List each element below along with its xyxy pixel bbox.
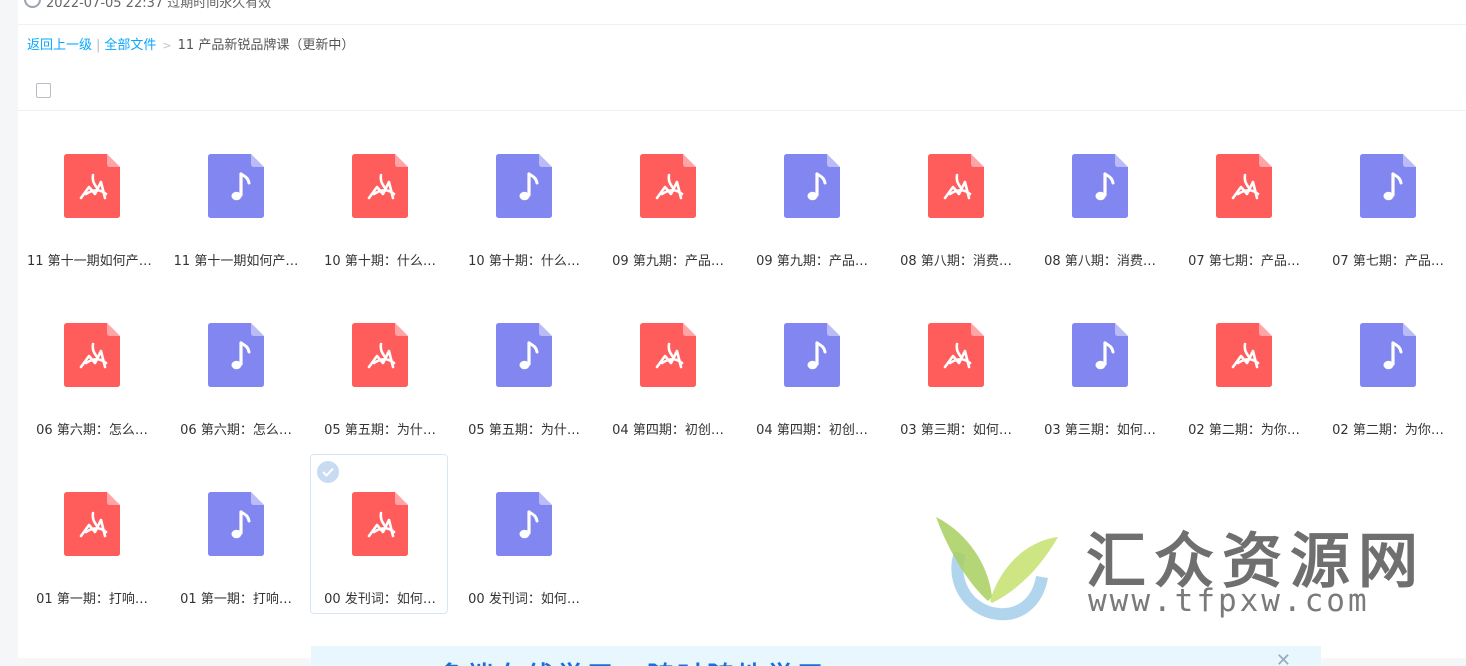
ad-banner[interactable]: 多端在线学习，随时随地学习 ✕ — [311, 646, 1321, 666]
file-item[interactable]: 04 第四期：初创… — [598, 285, 736, 445]
all-files-link[interactable]: 全部文件 — [104, 38, 156, 53]
file-name: 00 发刊词：如何… — [324, 592, 436, 607]
audio-file-icon — [1072, 154, 1128, 218]
file-item[interactable]: 06 第六期：怎么… — [22, 285, 160, 445]
file-name: 06 第六期：怎么… — [36, 423, 148, 438]
pdf-file-icon — [640, 323, 696, 387]
file-item[interactable]: 00 发刊词：如何… — [454, 454, 592, 614]
close-icon[interactable]: ✕ — [1276, 650, 1291, 666]
file-name: 10 第十期：什么… — [468, 254, 580, 269]
pdf-file-icon — [64, 323, 120, 387]
breadcrumb: 返回上一级 | 全部文件 >11 产品新锐品牌课（更新中） — [27, 37, 354, 55]
audio-file-icon — [1072, 323, 1128, 387]
file-item[interactable]: 11 第十一期如何产品… — [22, 116, 160, 276]
file-item[interactable]: 10 第十期：什么… — [454, 116, 592, 276]
file-name: 04 第四期：初创… — [756, 423, 868, 438]
file-name: 08 第八期：消费… — [1044, 254, 1156, 269]
watermark: 汇众资源网 www.tfpxw.com — [930, 505, 1430, 635]
file-name: 11 第十一期如何产… — [173, 254, 299, 269]
file-item[interactable]: 05 第五期：为什… — [310, 285, 448, 445]
file-name: 11 第十一期如何产品… — [27, 254, 157, 269]
pdf-file-icon — [64, 154, 120, 218]
file-item[interactable]: 09 第九期：产品… — [598, 116, 736, 276]
file-item[interactable]: 07 第七期：产品… — [1174, 116, 1312, 276]
audio-file-icon — [208, 154, 264, 218]
pdf-file-icon — [352, 323, 408, 387]
pdf-file-icon — [352, 492, 408, 556]
file-name: 07 第七期：产品… — [1332, 254, 1444, 269]
file-name: 03 第三期：如何… — [1044, 423, 1156, 438]
file-item[interactable]: 03 第三期：如何… — [1030, 285, 1168, 445]
file-name: 09 第九期：产品… — [756, 254, 868, 269]
file-name: 05 第五期：为什… — [468, 423, 580, 438]
file-item[interactable]: 02 第二期：为你… — [1174, 285, 1312, 445]
audio-file-icon — [784, 154, 840, 218]
audio-file-icon — [496, 154, 552, 218]
file-name: 00 发刊词：如何… — [468, 592, 580, 607]
check-circle-icon[interactable] — [317, 461, 339, 483]
file-item[interactable]: 00 发刊词：如何… — [310, 454, 448, 614]
audio-file-icon — [208, 323, 264, 387]
clock-icon — [24, 0, 41, 8]
select-bar — [18, 70, 1466, 111]
share-expiry-text: 2022-07-05 22:37 过期时间永久有效 — [46, 0, 272, 11]
pdf-file-icon — [1216, 154, 1272, 218]
audio-file-icon — [208, 492, 264, 556]
file-name: 06 第六期：怎么… — [180, 423, 292, 438]
leaf-logo-icon — [936, 517, 1058, 621]
file-name: 07 第七期：产品… — [1188, 254, 1300, 269]
pdf-file-icon — [640, 154, 696, 218]
file-name: 04 第四期：初创… — [612, 423, 724, 438]
file-name: 01 第一期：打响… — [36, 592, 148, 607]
watermark-url: www.tfpxw.com — [1088, 583, 1370, 619]
audio-file-icon — [1360, 323, 1416, 387]
file-item[interactable]: 03 第三期：如何… — [886, 285, 1024, 445]
select-all-checkbox[interactable] — [36, 83, 51, 98]
file-item[interactable]: 10 第十期：什么… — [310, 116, 448, 276]
file-item[interactable]: 11 第十一期如何产… — [166, 116, 304, 276]
file-item[interactable]: 08 第八期：消费… — [1030, 116, 1168, 276]
file-item[interactable]: 06 第六期：怎么… — [166, 285, 304, 445]
audio-file-icon — [1360, 154, 1416, 218]
file-item[interactable]: 07 第七期：产品… — [1318, 116, 1456, 276]
file-item[interactable]: 09 第九期：产品… — [742, 116, 880, 276]
file-item[interactable]: 05 第五期：为什… — [454, 285, 592, 445]
audio-file-icon — [496, 323, 552, 387]
file-item[interactable]: 08 第八期：消费… — [886, 116, 1024, 276]
file-name: 01 第一期：打响… — [180, 592, 292, 607]
file-item[interactable]: 04 第四期：初创… — [742, 285, 880, 445]
file-item[interactable]: 02 第二期：为你… — [1318, 285, 1456, 445]
file-name: 02 第二期：为你… — [1188, 423, 1300, 438]
file-item[interactable]: 01 第一期：打响… — [166, 454, 304, 614]
breadcrumb-arrow: > — [162, 39, 172, 52]
file-name: 05 第五期：为什… — [324, 423, 436, 438]
file-name: 08 第八期：消费… — [900, 254, 1012, 269]
pdf-file-icon — [352, 154, 408, 218]
pdf-file-icon — [64, 492, 120, 556]
file-name: 09 第九期：产品… — [612, 254, 724, 269]
file-item[interactable]: 01 第一期：打响… — [22, 454, 160, 614]
current-folder-name: 11 产品新锐品牌课（更新中） — [177, 38, 355, 53]
pdf-file-icon — [1216, 323, 1272, 387]
file-name: 10 第十期：什么… — [324, 254, 436, 269]
share-info-bar: 2022-07-05 22:37 过期时间永久有效 — [18, 0, 1466, 25]
audio-file-icon — [784, 323, 840, 387]
audio-file-icon — [496, 492, 552, 556]
pdf-file-icon — [928, 154, 984, 218]
ad-text: 多端在线学习，随时随地学习 — [437, 656, 827, 666]
file-name: 02 第二期：为你… — [1332, 423, 1444, 438]
file-name: 03 第三期：如何… — [900, 423, 1012, 438]
back-link[interactable]: 返回上一级 — [27, 38, 92, 53]
pdf-file-icon — [928, 323, 984, 387]
breadcrumb-divider: | — [96, 38, 101, 53]
